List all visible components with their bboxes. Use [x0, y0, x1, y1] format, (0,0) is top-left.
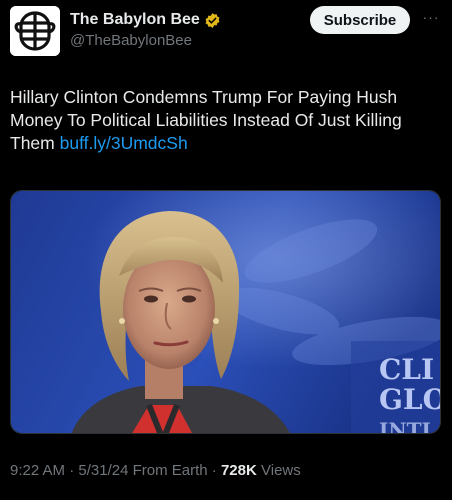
display-name-row: The Babylon Bee — [70, 10, 221, 30]
avatar[interactable] — [10, 6, 60, 56]
verified-badge-icon — [204, 12, 221, 29]
author-handle[interactable]: @TheBabylonBee — [70, 32, 221, 49]
views-label: Views — [261, 462, 301, 479]
news-photo: CLI GLO INTI — [11, 191, 441, 434]
author-names: The Babylon Bee @TheBabylonBee — [70, 10, 221, 49]
tweet-source: From Earth — [132, 462, 208, 479]
display-name[interactable]: The Babylon Bee — [70, 11, 200, 29]
backdrop-text-1: CLI — [379, 353, 434, 386]
more-options-icon[interactable]: ··· — [420, 10, 442, 28]
babylon-bee-logo-icon — [10, 6, 60, 56]
meta-separator: · — [207, 462, 221, 479]
tweet-link[interactable]: buff.ly/3UmdcSh — [60, 133, 188, 153]
tweet-media-image[interactable]: CLI GLO INTI — [10, 190, 441, 434]
tweet-header: The Babylon Bee @TheBabylonBee Subscribe… — [10, 6, 442, 56]
backdrop-text-2: GLO — [379, 383, 441, 416]
tweet-text: Hillary Clinton Condemns Trump For Payin… — [10, 86, 442, 155]
subscribe-button[interactable]: Subscribe — [310, 6, 410, 34]
tweet-time[interactable]: 9:22 AM — [10, 462, 65, 479]
tweet-meta: 9:22 AM · 5/31/24 From Earth · 728K View… — [10, 462, 301, 479]
tweet-date[interactable]: 5/31/24 — [78, 462, 128, 479]
views-count[interactable]: 728K — [221, 462, 257, 479]
meta-separator: · — [65, 462, 79, 479]
backdrop-text-3: INTI — [379, 418, 431, 434]
